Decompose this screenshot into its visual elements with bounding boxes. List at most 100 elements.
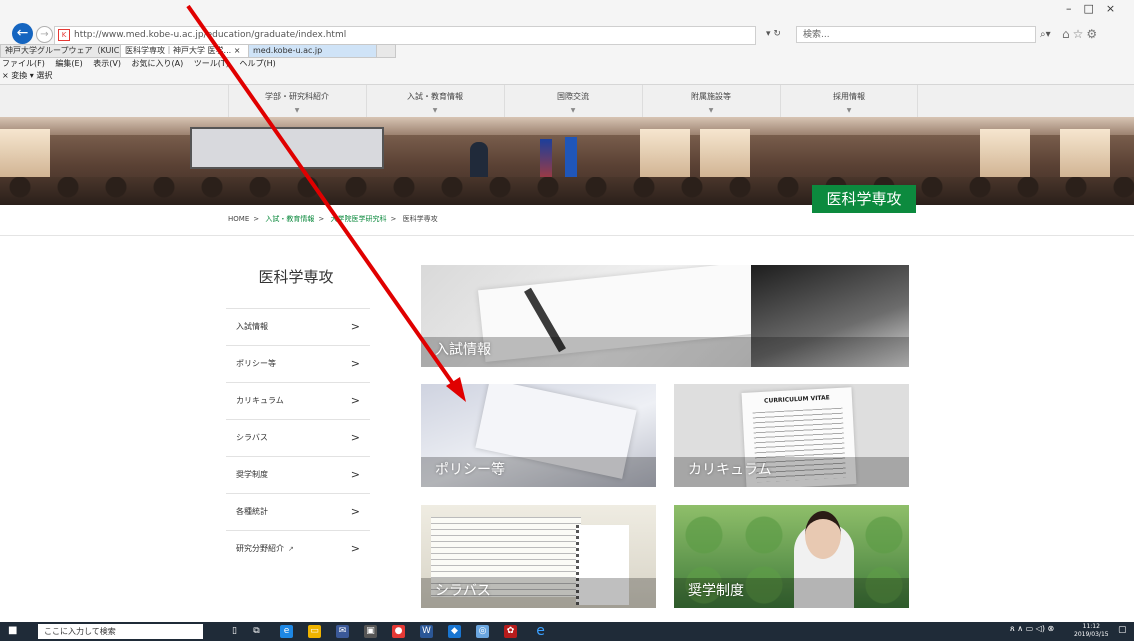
card-scholarship[interactable]: 奨学制度 — [674, 505, 909, 608]
tab-groupware[interactable]: 神戸大学グループウェア（KUIC） — [0, 44, 122, 58]
menu-bar: ファイル(F) 編集(E) 表示(V) お気に入り(A) ツール(T) ヘルプ(… — [2, 58, 284, 69]
breadcrumb-graduate-school[interactable]: 大学院医学研究科 — [330, 215, 386, 223]
nav-facilities[interactable]: 附属施設等 ▼ — [642, 85, 779, 117]
nav-label: 附属施設等 — [691, 92, 731, 101]
sidebar-item-statistics[interactable]: 各種統計 > — [226, 493, 370, 530]
sidebar-item-admission[interactable]: 入試情報 > — [226, 308, 370, 345]
convert-button[interactable]: × 変換 — [2, 71, 27, 80]
sidebar-item-label: カリキュラム — [236, 396, 284, 405]
card-label: 奨学制度 — [688, 583, 744, 599]
breadcrumb-current: 医科学専攻 — [402, 215, 438, 223]
browser-search-input[interactable]: 検索... — [796, 26, 1036, 43]
hero-title-badge: 医科学専攻 — [812, 185, 916, 213]
back-icon[interactable]: ← — [12, 23, 33, 44]
tab-label: 医科学専攻｜神戸大学 医学... — [125, 46, 232, 55]
tab-label: 神戸大学グループウェア（KUIC） — [5, 46, 122, 55]
system-tray[interactable]: ጸ ∧ ▭ ◁) ⊗ — [1010, 624, 1054, 634]
sidebar-item-label: 奨学制度 — [236, 470, 268, 479]
taskbar: ■ ここに入力して検索 ▯ ⧉ e ▭ ✉ ▣ ● W ◆ ◎ ✿ e ጸ ∧ … — [0, 622, 1134, 641]
menu-edit[interactable]: 編集(E) — [55, 59, 82, 68]
site-nav: 学部・研究科紹介 ▼ 入試・教育情報 ▼ 国際交流 ▼ 附属施設等 ▼ 採用情報 ▼ — [0, 85, 1134, 117]
nav-international[interactable]: 国際交流 ▼ — [504, 85, 641, 117]
card-curriculum[interactable]: CURRICULUM VITAE カリキュラム — [674, 384, 909, 487]
sidebar-item-research-fields[interactable]: 研究分野紹介 ↗ > — [226, 530, 370, 567]
word-icon[interactable]: W — [420, 625, 433, 638]
menu-favorites[interactable]: お気に入り(A) — [132, 59, 184, 68]
app-icon-2[interactable]: ◎ — [476, 625, 489, 638]
app-icon-3[interactable]: ✿ — [504, 625, 517, 638]
store-icon[interactable]: ▣ — [364, 625, 377, 638]
card-policy[interactable]: ポリシー等 — [421, 384, 656, 487]
chevron-right-icon: > — [350, 431, 360, 444]
chevron-down-icon: ▼ — [294, 107, 300, 114]
sidebar-item-label: シラバス — [236, 433, 268, 442]
sidebar-menu: 入試情報 > ポリシー等 > カリキュラム > シラバス > 奨学制度 > 各種統計 > 研… — [226, 308, 370, 567]
home-star-gear-icons[interactable]: ⌂☆⚙ — [1062, 26, 1100, 43]
clock-time: 11:12 — [1082, 623, 1100, 630]
sidebar-item-label: 研究分野紹介 — [236, 544, 284, 553]
card-label: ポリシー等 — [435, 462, 505, 478]
forward-icon[interactable]: → — [36, 26, 53, 43]
nav-label: 採用情報 — [833, 92, 865, 101]
tab-label: med.kobe-u.ac.jp — [253, 46, 323, 55]
chevron-right-icon: > — [350, 394, 360, 407]
taskbar-search-input[interactable]: ここに入力して検索 — [38, 624, 203, 639]
nav-admission-education[interactable]: 入試・教育情報 ▼ — [366, 85, 503, 117]
breadcrumb-home[interactable]: HOME — [228, 215, 249, 223]
windows-start-icon[interactable]: ■ — [8, 625, 17, 636]
chevron-right-icon: > — [350, 505, 360, 518]
nav-label: 国際交流 — [557, 92, 589, 101]
notification-icon[interactable]: ▢ — [1118, 625, 1127, 635]
sidebar-item-label: ポリシー等 — [236, 359, 276, 368]
app-icon[interactable]: ◆ — [448, 625, 461, 638]
card-label: カリキュラム — [688, 462, 772, 478]
nav-recruitment[interactable]: 採用情報 ▼ — [780, 85, 918, 117]
site-favicon-icon: K — [58, 28, 70, 41]
chevron-down-icon: ▼ — [432, 107, 438, 114]
mail-icon[interactable]: ✉ — [336, 625, 349, 638]
cv-title: CURRICULUM VITAE — [763, 394, 831, 405]
chrome-icon[interactable]: ● — [392, 625, 405, 638]
tab-strip: 神戸大学グループウェア（KUIC） 医科学専攻｜神戸大学 医学... × med… — [0, 44, 1134, 58]
clock[interactable]: 11:12 2019/03/15 — [1074, 623, 1109, 639]
chevron-right-icon: > — [350, 542, 360, 555]
tab-medical-science[interactable]: 医科学専攻｜神戸大学 医学... × — [120, 44, 252, 58]
sidebar-item-curriculum[interactable]: カリキュラム > — [226, 382, 370, 419]
refresh-icon[interactable]: ▾ ↻ — [766, 26, 781, 43]
card-admission[interactable]: 入試情報 — [421, 265, 909, 367]
external-link-icon: ↗ — [288, 545, 294, 553]
new-tab-button[interactable] — [376, 44, 396, 58]
hero-image — [0, 117, 1134, 205]
tab-med-kobe[interactable]: med.kobe-u.ac.jp — [248, 44, 382, 58]
address-url: http://www.med.kobe-u.ac.jp/education/gr… — [74, 30, 347, 40]
select-button[interactable]: ▾ 選択 — [30, 71, 53, 80]
card-syllabus[interactable]: シラバス — [421, 505, 656, 608]
mic-icon[interactable]: ▯ — [228, 625, 241, 638]
breadcrumb: HOME > 入試・教育情報 > 大学院医学研究科 > 医科学専攻 — [228, 215, 438, 223]
menu-help[interactable]: ヘルプ(H) — [239, 59, 275, 68]
menu-tools[interactable]: ツール(T) — [194, 59, 229, 68]
explorer-icon[interactable]: ▭ — [308, 625, 321, 638]
menu-file[interactable]: ファイル(F) — [2, 59, 45, 68]
address-bar[interactable]: Khttp://www.med.kobe-u.ac.jp/education/g… — [54, 26, 756, 45]
chevron-right-icon: > — [350, 468, 360, 481]
clock-date: 2019/03/15 — [1074, 631, 1109, 638]
command-bar: × 変換 ▾ 選択 — [2, 70, 52, 81]
window-controls[interactable]: –□× — [1066, 2, 1127, 15]
chevron-right-icon: > — [350, 320, 360, 333]
sidebar-item-label: 各種統計 — [236, 507, 268, 516]
edge-icon[interactable]: e — [280, 625, 293, 638]
card-label: シラバス — [435, 583, 491, 599]
sidebar-item-scholarship[interactable]: 奨学制度 > — [226, 456, 370, 493]
ie-icon[interactable]: e — [534, 624, 547, 638]
sidebar-item-policy[interactable]: ポリシー等 > — [226, 345, 370, 382]
divider — [0, 235, 1134, 236]
nav-faculties[interactable]: 学部・研究科紹介 ▼ — [228, 85, 365, 117]
chevron-down-icon: ▼ — [570, 107, 576, 114]
breadcrumb-admission[interactable]: 入試・教育情報 — [265, 215, 314, 223]
nav-label: 入試・教育情報 — [407, 92, 463, 101]
task-view-icon[interactable]: ⧉ — [250, 625, 263, 638]
menu-view[interactable]: 表示(V) — [93, 59, 121, 68]
sidebar-item-syllabus[interactable]: シラバス > — [226, 419, 370, 456]
search-icon[interactable]: ⌕▾ — [1040, 26, 1051, 43]
